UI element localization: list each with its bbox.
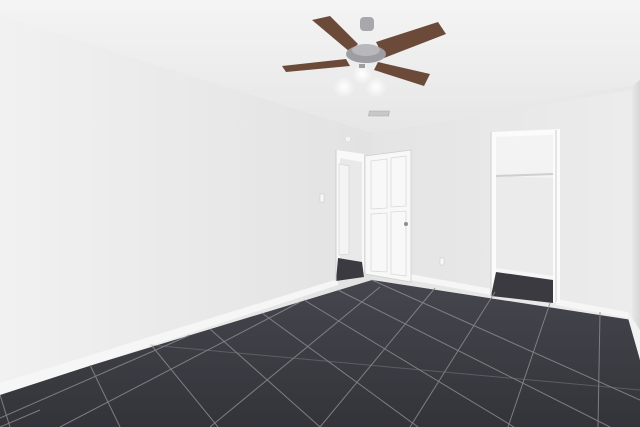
right-wall [632, 80, 640, 360]
fan-mount [360, 17, 374, 31]
air-vent [368, 110, 390, 117]
smoke-detector [344, 135, 352, 143]
walk-in-closet [490, 129, 560, 303]
room-photo [0, 0, 640, 427]
room-illustration [0, 0, 640, 427]
door-knob [404, 222, 408, 226]
wall-outlet [439, 257, 445, 266]
interior-door [364, 149, 412, 283]
open-doorway-hallway [335, 150, 364, 281]
light-switch [319, 193, 325, 203]
